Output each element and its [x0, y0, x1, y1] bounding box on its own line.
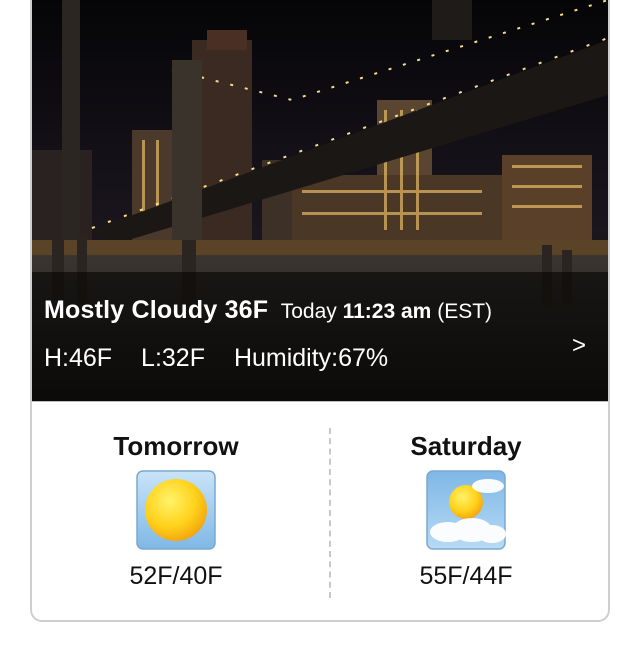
partly-cloudy-icon — [426, 470, 506, 550]
forecast-temps: 52F/40F — [129, 562, 223, 590]
section-divider — [32, 401, 608, 402]
forecast-day-saturday: Saturday 55F/44F — [322, 430, 608, 591]
today-label: Today — [280, 300, 337, 323]
forecast-day-name: Tomorrow — [113, 431, 239, 461]
observation-time: Today 11:23 am (EST) — [281, 300, 492, 323]
chevron-right-icon[interactable]: > — [572, 332, 586, 360]
low-temp: L:32F — [141, 344, 205, 372]
forecast-temps: 55F/44F — [419, 562, 513, 590]
high-temp: H:46F — [44, 344, 113, 372]
current-conditions-row: Mostly Cloudy 36F Today 11:23 am (EST) — [44, 296, 492, 325]
current-conditions-panel — [32, 272, 608, 402]
forecast-day-tomorrow: Tomorrow 52F/40F — [32, 430, 320, 591]
humidity: Humidity:67% — [233, 344, 389, 372]
weather-card: Mostly Cloudy 36F Today 11:23 am (EST) H… — [30, 0, 610, 622]
current-details-row: H:46F L:32F Humidity:67% — [44, 344, 410, 373]
forecast-day-name: Saturday — [410, 431, 522, 461]
time-value: 11:23 am — [342, 300, 432, 323]
timezone-label: (EST) — [437, 300, 493, 323]
current-condition: Mostly Cloudy 36F — [44, 296, 269, 324]
sunny-icon — [136, 470, 216, 550]
